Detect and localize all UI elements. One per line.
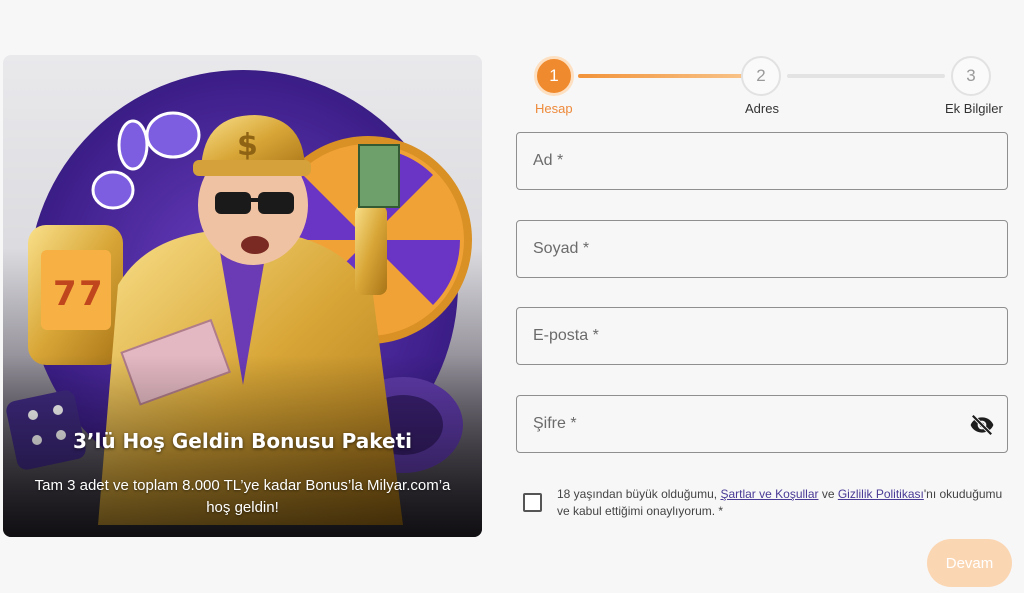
last-name-input[interactable] xyxy=(517,221,1007,277)
promo-subtitle: Tam 3 adet ve toplam 8.000 TL’ye kadar B… xyxy=(34,477,451,516)
promo-title: 3’lü Hoş Geldin Bonusu Paketi xyxy=(72,429,413,453)
promo-banner: 7 7 $ 3’lü Hoş Geldin Bonusu Paketi Tam … xyxy=(3,55,482,537)
step-1-label: Hesap xyxy=(535,101,573,116)
svg-text:$: $ xyxy=(237,128,258,163)
password-field-wrapper xyxy=(516,395,1008,453)
step-1-indicator: 1 xyxy=(534,56,574,96)
email-field-wrapper xyxy=(516,307,1008,365)
terms-text: 18 yaşından büyük olduğumu, Şartlar ve K… xyxy=(557,486,1013,520)
last-name-field-wrapper xyxy=(516,220,1008,278)
stepper-progress-line xyxy=(578,74,750,78)
stepper-line-inactive xyxy=(787,74,945,78)
step-3-indicator: 3 xyxy=(951,56,991,96)
promo-illustration: 7 7 $ xyxy=(3,70,482,537)
terms-text-before: 18 yaşından büyük olduğumu, xyxy=(557,487,721,501)
password-input[interactable] xyxy=(517,396,1007,452)
registration-stepper: 1 Hesap 2 Adres 3 Ek Bilgiler xyxy=(516,55,1008,125)
step-2-indicator: 2 xyxy=(741,56,781,96)
terms-checkbox[interactable] xyxy=(523,493,542,512)
email-input[interactable] xyxy=(517,308,1007,364)
step-3-label: Ek Bilgiler xyxy=(945,101,1003,116)
step-2-label: Adres xyxy=(745,101,779,116)
terms-conditions-link[interactable]: Şartlar ve Koşullar xyxy=(720,487,818,501)
svg-text:7: 7 xyxy=(79,274,103,314)
terms-text-middle: ve xyxy=(818,487,838,501)
continue-button[interactable]: Devam xyxy=(927,539,1012,587)
svg-text:7: 7 xyxy=(53,274,77,314)
toggle-password-visibility-icon[interactable] xyxy=(969,412,995,438)
first-name-field-wrapper xyxy=(516,132,1008,190)
privacy-policy-link[interactable]: Gizlilik Politikası xyxy=(838,487,924,501)
first-name-input[interactable] xyxy=(517,133,1007,189)
